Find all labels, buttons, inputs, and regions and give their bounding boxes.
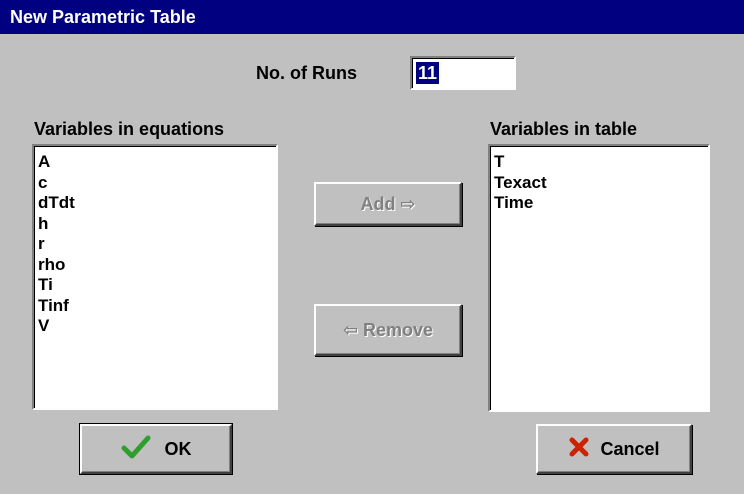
checkmark-icon	[121, 434, 151, 465]
remove-button[interactable]: ⇦ Remove	[314, 304, 462, 356]
list-item[interactable]: Tinf	[38, 296, 276, 317]
remove-button-label: ⇦ Remove	[342, 319, 434, 340]
list-item[interactable]: Texact	[494, 173, 708, 194]
list-item[interactable]: V	[38, 316, 276, 337]
x-icon	[568, 436, 590, 463]
ok-button[interactable]: OK	[79, 423, 233, 475]
equations-listbox[interactable]: A c dTdt h r rho Ti Tinf V	[32, 144, 278, 410]
ok-button-label: OK	[164, 438, 192, 459]
dialog-window: New Parametric Table No. of Runs 11 Vari…	[0, 0, 744, 494]
cancel-button[interactable]: Cancel	[536, 424, 692, 474]
list-item[interactable]: Ti	[38, 275, 276, 296]
runs-input[interactable]: 11	[410, 56, 516, 90]
table-list-heading: Variables in table	[490, 119, 638, 139]
add-button[interactable]: Add ⇨	[314, 182, 462, 226]
cancel-button-label: Cancel	[600, 438, 660, 459]
runs-label: No. of Runs	[256, 63, 357, 83]
title-bar[interactable]: New Parametric Table	[0, 0, 744, 34]
list-item[interactable]: h	[38, 214, 276, 235]
list-item[interactable]: rho	[38, 255, 276, 276]
add-button-label: Add ⇨	[360, 193, 416, 214]
list-item[interactable]: r	[38, 234, 276, 255]
table-listbox[interactable]: T Texact Time	[488, 144, 710, 412]
list-item[interactable]: T	[494, 152, 708, 173]
list-item[interactable]: A	[38, 152, 276, 173]
list-item[interactable]: c	[38, 173, 276, 194]
list-item[interactable]: dTdt	[38, 193, 276, 214]
runs-value: 11	[416, 62, 440, 84]
list-item[interactable]: Time	[494, 193, 708, 214]
equations-list-heading: Variables in equations	[34, 119, 225, 139]
